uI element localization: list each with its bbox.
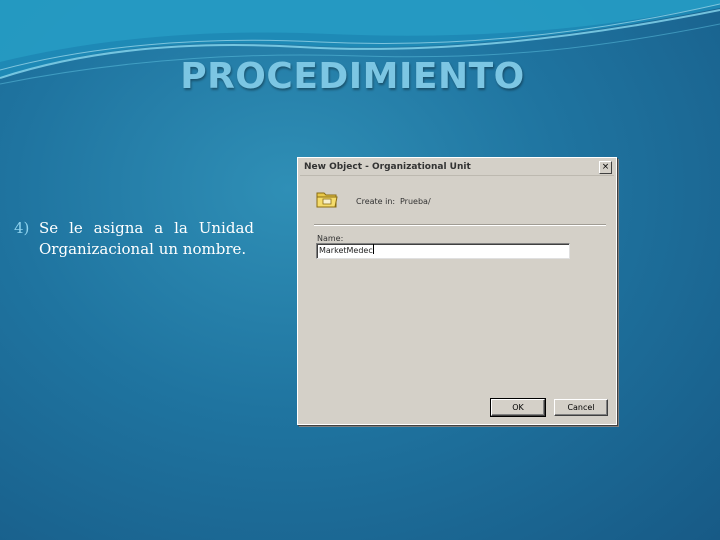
name-value: MarketMedec bbox=[319, 246, 373, 255]
bullet-text: Se le asigna a la Unidad Organizacional … bbox=[39, 219, 254, 258]
slide-title: PROCEDIMIENTO bbox=[180, 56, 525, 97]
dialog-title: New Object - Organizational Unit bbox=[304, 162, 471, 172]
dialog-titlebar[interactable]: New Object - Organizational Unit × bbox=[300, 160, 614, 176]
folder-icon bbox=[316, 192, 338, 208]
ok-button[interactable]: OK bbox=[490, 398, 546, 417]
bullet-item: 4) Se le asigna a la Unidad Organizacion… bbox=[14, 218, 254, 260]
bullet-number: 4) bbox=[14, 219, 30, 237]
text-caret bbox=[372, 244, 374, 254]
created-in-value: Prueba/ bbox=[400, 197, 431, 206]
created-in-label: Create in: bbox=[356, 197, 396, 206]
name-input[interactable]: MarketMedec bbox=[316, 243, 570, 259]
close-icon: × bbox=[601, 162, 610, 172]
separator bbox=[314, 224, 606, 226]
cancel-button[interactable]: Cancel bbox=[554, 399, 608, 416]
close-button[interactable]: × bbox=[599, 161, 612, 174]
name-label: Name: bbox=[317, 234, 344, 243]
new-object-dialog: New Object - Organizational Unit × Creat… bbox=[297, 157, 617, 425]
